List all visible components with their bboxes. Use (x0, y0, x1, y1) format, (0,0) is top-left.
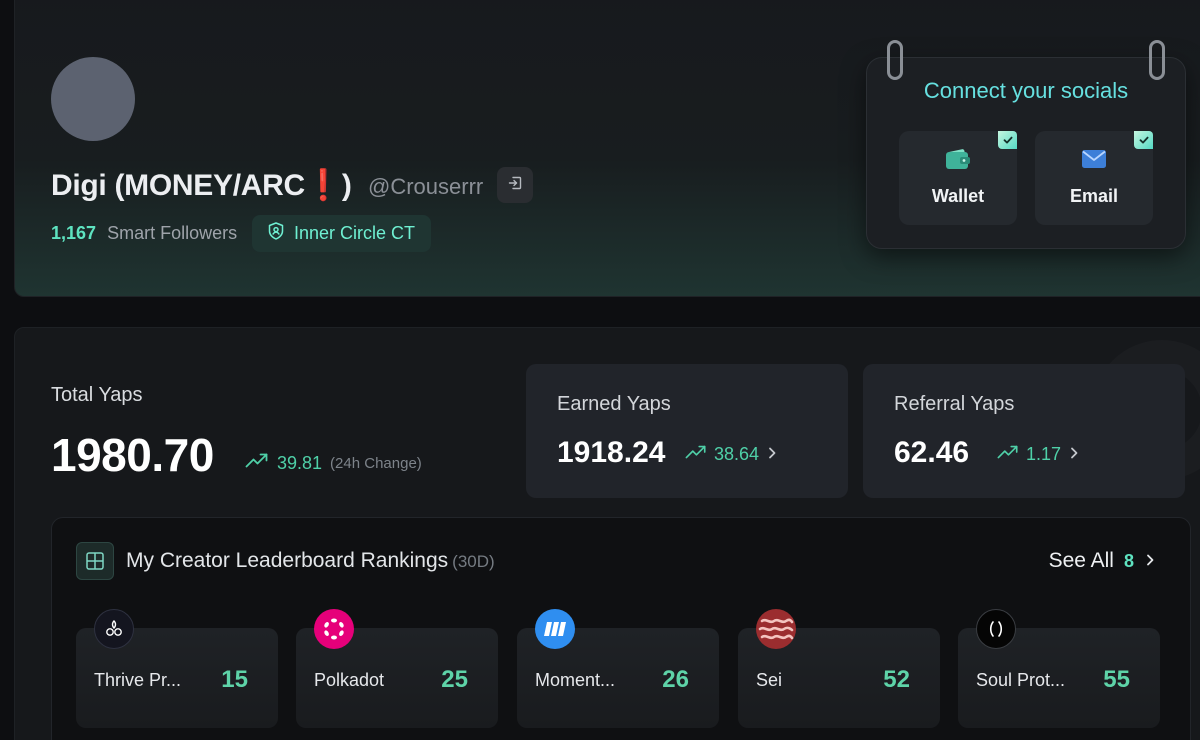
leaderboard-title-text: My Creator Leaderboard Rankings (126, 549, 449, 572)
leaderboard-item-moment[interactable]: Moment... 26 (517, 609, 719, 728)
inner-circle-badge[interactable]: Inner Circle CT (252, 215, 432, 252)
handle[interactable]: @Crouserrr (368, 174, 483, 200)
layout-grid-icon (76, 542, 114, 580)
soul-protocol-logo-icon (976, 609, 1016, 649)
leaderboard-item-name: Sei (756, 670, 783, 690)
sei-logo-icon (756, 609, 796, 649)
trend-up-icon (997, 444, 1019, 465)
sign-in-icon (507, 175, 523, 196)
earned-yaps-delta: 38.64 (714, 444, 760, 464)
binder-ring-right (1149, 40, 1165, 80)
referral-yaps-delta: 1.17 (1026, 444, 1062, 464)
leaderboard-item-rank: 25 (441, 666, 468, 693)
see-all-count: 8 (1123, 550, 1134, 571)
email-label: Email (1069, 186, 1119, 206)
earned-yaps-value: 1918.24 (557, 436, 666, 469)
smart-followers-count: 1,167 (51, 223, 97, 243)
leaderboard-item-thrive[interactable]: Thrive Pr... 15 (76, 609, 278, 728)
leaderboard-item-rank: 55 (1103, 666, 1130, 693)
leaderboard-item-polkadot[interactable]: Polkadot 25 (296, 609, 498, 728)
trend-up-icon (245, 453, 269, 474)
trend-up-icon (685, 444, 707, 465)
see-all-label: See All (1048, 549, 1114, 572)
earned-yaps-label: Earned Yaps (557, 393, 671, 415)
leaderboard-item-soul-protocol[interactable]: Soul Prot... 55 (958, 609, 1160, 728)
leaderboard-item-name: Polkadot (314, 670, 385, 690)
referral-yaps-value: 62.46 (894, 436, 970, 469)
thrive-logo-icon (94, 609, 134, 649)
leaderboard-item-name: Soul Prot... (976, 670, 1066, 690)
email-icon (1081, 147, 1107, 171)
email-button[interactable]: Email (1035, 131, 1153, 225)
leaderboard-item-name: Thrive Pr... (94, 670, 182, 690)
see-all-button[interactable]: See All 8 (1049, 549, 1156, 573)
referral-yaps-card[interactable]: Referral Yaps 62.46 1.17 (863, 364, 1185, 498)
leaderboard-title: My Creator Leaderboard Rankings (30D) (126, 549, 495, 573)
avatar[interactable] (51, 57, 135, 141)
leaderboard-item-rank: 26 (662, 666, 689, 693)
referral-yaps-change: 1.17 (997, 444, 1080, 465)
moment-logo-icon (535, 609, 575, 649)
chevron-right-icon (1144, 549, 1156, 573)
total-yaps-delta: 39.81 (277, 453, 323, 473)
smart-followers[interactable]: 1,167 Smart Followers (51, 223, 237, 244)
total-yaps-label: Total Yaps (51, 384, 143, 406)
wallet-button[interactable]: Wallet (899, 131, 1017, 225)
chevron-right-icon (766, 444, 778, 465)
earned-yaps-change: 38.64 (685, 444, 778, 465)
leaderboard-panel: My Creator Leaderboard Rankings (30D) See… (51, 517, 1191, 740)
shield-icon (266, 221, 286, 246)
total-yaps-change: 39.81 (24h Change) (245, 453, 422, 474)
referral-yaps-label: Referral Yaps (894, 393, 1015, 415)
leaderboard-period: (30D) (452, 552, 495, 571)
wallet-label: Wallet (931, 186, 985, 206)
leaderboard-item-sei[interactable]: Sei 52 (738, 609, 940, 728)
polkadot-logo-icon (314, 609, 354, 649)
smart-followers-label: Smart Followers (107, 223, 238, 243)
total-yaps-value: 1980.70 (51, 429, 214, 481)
earned-yaps-card[interactable]: Earned Yaps 1918.24 38.64 (526, 364, 848, 498)
sign-in-button[interactable] (497, 167, 533, 203)
leaderboard-item-rank: 52 (883, 666, 910, 693)
wallet-icon (945, 147, 971, 171)
display-name: Digi (MONEY/ARC❗️) (51, 169, 352, 202)
inner-circle-label: Inner Circle CT (294, 223, 416, 243)
leaderboard-item-rank: 15 (221, 666, 248, 693)
check-icon (1134, 131, 1153, 149)
binder-ring-left (887, 40, 903, 80)
chevron-right-icon (1068, 444, 1080, 465)
check-icon (998, 131, 1017, 149)
connect-socials-panel: Connect your socials Wallet Email (866, 40, 1186, 249)
change-period-note: (24h Change) (330, 455, 422, 472)
leaderboard-item-name: Moment... (535, 670, 616, 690)
connect-socials-title: Connect your socials (923, 78, 1129, 103)
